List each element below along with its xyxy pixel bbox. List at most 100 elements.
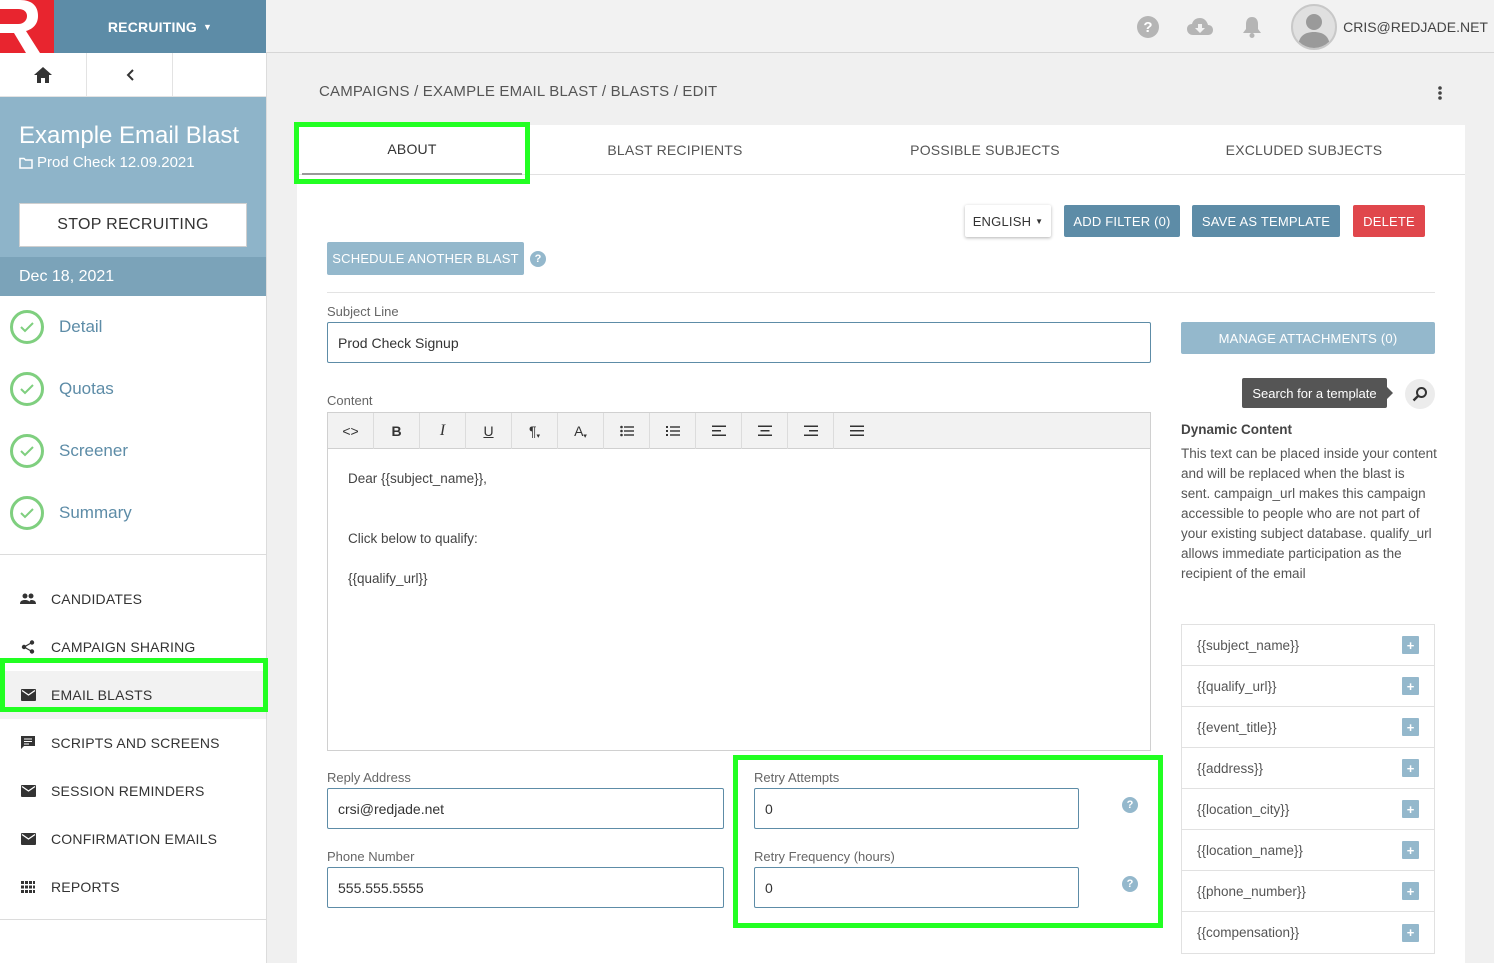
save-as-template-button[interactable]: SAVE AS TEMPLATE: [1192, 205, 1340, 237]
bold-icon: B: [391, 423, 402, 439]
token-label: {{qualify_url}}: [1197, 678, 1277, 694]
bullet-list-button[interactable]: [604, 413, 650, 449]
content-line: {{qualify_url}}: [348, 571, 428, 586]
add-token-button[interactable]: +: [1402, 677, 1419, 695]
tab-excluded-subjects[interactable]: EXCLUDED SUBJECTS: [1184, 125, 1424, 175]
search-icon: [1412, 387, 1427, 402]
delete-button[interactable]: DELETE: [1353, 205, 1425, 237]
mail-icon: [20, 783, 36, 799]
template-search-button[interactable]: [1405, 379, 1435, 409]
content-line: Click below to qualify:: [348, 531, 478, 546]
language-select[interactable]: ENGLISH ▼: [965, 205, 1051, 237]
tab-possible-subjects[interactable]: POSSIBLE SUBJECTS: [865, 125, 1105, 175]
add-filter-button[interactable]: ADD FILTER (0): [1064, 205, 1180, 237]
add-token-button[interactable]: +: [1402, 923, 1419, 942]
step-detail[interactable]: Detail: [0, 296, 266, 358]
underline-button[interactable]: U: [466, 413, 512, 449]
sidebar: Example Email Blast Prod Check 12.09.202…: [0, 53, 267, 963]
phone-number-input[interactable]: 555.555.5555: [327, 867, 724, 908]
italic-icon: I: [439, 422, 446, 439]
sidebar-item-reports[interactable]: REPORTS: [0, 863, 266, 911]
cloud-download-icon[interactable]: [1187, 14, 1214, 40]
step-summary[interactable]: Summary: [0, 482, 266, 544]
redjade-logo[interactable]: [0, 0, 54, 53]
align-left-button[interactable]: [696, 413, 742, 449]
comment-icon: [20, 735, 36, 751]
schedule-another-blast-button[interactable]: SCHEDULE ANOTHER BLAST: [327, 242, 524, 275]
campaign-folder[interactable]: Prod Check 12.09.2021: [19, 154, 195, 171]
dynamic-token: {{subject_name}} +: [1182, 625, 1434, 666]
notifications-bell-icon[interactable]: [1239, 14, 1265, 40]
people-icon: [20, 591, 36, 607]
step-label: Summary: [59, 503, 132, 522]
user-avatar[interactable]: [1291, 3, 1338, 50]
campaign-header: Example Email Blast Prod Check 12.09.202…: [0, 97, 266, 257]
check-circle-icon: [10, 434, 44, 468]
dynamic-token: {{event_title}} +: [1182, 707, 1434, 748]
bold-button[interactable]: B: [374, 413, 420, 449]
sidebar-item-scripts-and-screens[interactable]: SCRIPTS AND SCREENS: [0, 719, 266, 767]
sidebar-item-session-reminders[interactable]: SESSION REMINDERS: [0, 767, 266, 815]
tab-blast-recipients[interactable]: BLAST RECIPIENTS: [555, 125, 795, 175]
italic-button[interactable]: I: [420, 413, 466, 449]
more-vert-icon[interactable]: [1436, 84, 1444, 102]
reply-address-input[interactable]: crsi@redjade.net: [327, 788, 724, 829]
reply-address-label: Reply Address: [327, 770, 411, 785]
dynamic-token-list: {{subject_name}} + {{qualify_url}} + {{eve…: [1181, 624, 1435, 954]
home-icon: [34, 67, 52, 83]
dynamic-token: {{location_name}} +: [1182, 830, 1434, 871]
sidebar-item-label: REPORTS: [51, 879, 120, 895]
caret-down-icon: ▼: [203, 21, 213, 32]
align-center-button[interactable]: [742, 413, 788, 449]
step-quotas[interactable]: Quotas: [0, 358, 266, 420]
sidebar-item-confirmation-emails[interactable]: CONFIRMATION EMAILS: [0, 815, 266, 863]
content-line: Dear {{subject_name}},: [348, 471, 487, 486]
stop-recruiting-button[interactable]: STOP RECRUITING: [19, 203, 247, 247]
subject-line-label: Subject Line: [327, 304, 399, 319]
caret-down-icon: ▼: [1035, 216, 1044, 226]
home-button[interactable]: [0, 53, 87, 97]
paragraph-icon: ¶: [528, 423, 537, 439]
align-center-icon: [757, 425, 772, 436]
add-token-button[interactable]: +: [1402, 882, 1419, 900]
justify-button[interactable]: [834, 413, 880, 449]
sidebar-item-label: CONFIRMATION EMAILS: [51, 831, 218, 847]
step-screener[interactable]: Screener: [0, 420, 266, 482]
user-email[interactable]: CRIS@REDJADE.NET: [1343, 19, 1488, 35]
dynamic-token: {{address}} +: [1182, 748, 1434, 789]
dynamic-content-description: This text can be placed inside your cont…: [1181, 446, 1437, 581]
subject-line-input[interactable]: Prod Check Signup: [327, 322, 1151, 363]
add-token-button[interactable]: +: [1402, 800, 1419, 818]
template-search-tooltip: Search for a template: [1242, 378, 1393, 408]
sidebar-item-label: SCRIPTS AND SCREENS: [51, 735, 220, 751]
breadcrumb[interactable]: CAMPAIGNS / EXAMPLE EMAIL BLAST / BLASTS…: [319, 83, 717, 100]
back-button[interactable]: [87, 53, 173, 97]
manage-attachments-button[interactable]: MANAGE ATTACHMENTS (0): [1181, 322, 1435, 354]
highlight-box-retry-fields: [733, 755, 1163, 928]
check-circle-icon: [10, 310, 44, 344]
editor-content-area[interactable]: Dear {{subject_name}}, Click below to qu…: [328, 449, 1150, 609]
token-label: {{phone_number}}: [1197, 883, 1306, 899]
numbered-list-icon: [665, 426, 680, 436]
align-right-button[interactable]: [788, 413, 834, 449]
add-token-button[interactable]: +: [1402, 759, 1419, 777]
code-icon: <>: [342, 423, 359, 439]
editor-toolbar: <> B I U ¶ ▾ A ▾: [328, 413, 1150, 449]
add-token-button[interactable]: +: [1402, 841, 1419, 859]
module-dropdown[interactable]: RECRUITING ▼: [54, 0, 266, 53]
help-icon[interactable]: ?: [1135, 14, 1161, 40]
font-color-button[interactable]: A ▾: [558, 413, 604, 449]
help-icon[interactable]: ?: [530, 251, 546, 267]
token-label: {{location_name}}: [1197, 842, 1303, 858]
token-label: {{location_city}}: [1197, 801, 1290, 817]
dynamic-token: {{qualify_url}} +: [1182, 666, 1434, 707]
numbered-list-button[interactable]: [650, 413, 696, 449]
sidebar-item-label: CAMPAIGN SHARING: [51, 639, 196, 655]
add-token-button[interactable]: +: [1402, 636, 1419, 654]
paragraph-button[interactable]: ¶ ▾: [512, 413, 558, 449]
code-view-button[interactable]: <>: [328, 413, 374, 449]
add-token-button[interactable]: +: [1402, 718, 1419, 736]
caret-down-icon: ▾: [536, 433, 541, 440]
content-editor: <> B I U ¶ ▾ A ▾ Dear {{subject_name}}, …: [327, 412, 1151, 751]
sidebar-item-candidates[interactable]: CANDIDATES: [0, 575, 266, 623]
